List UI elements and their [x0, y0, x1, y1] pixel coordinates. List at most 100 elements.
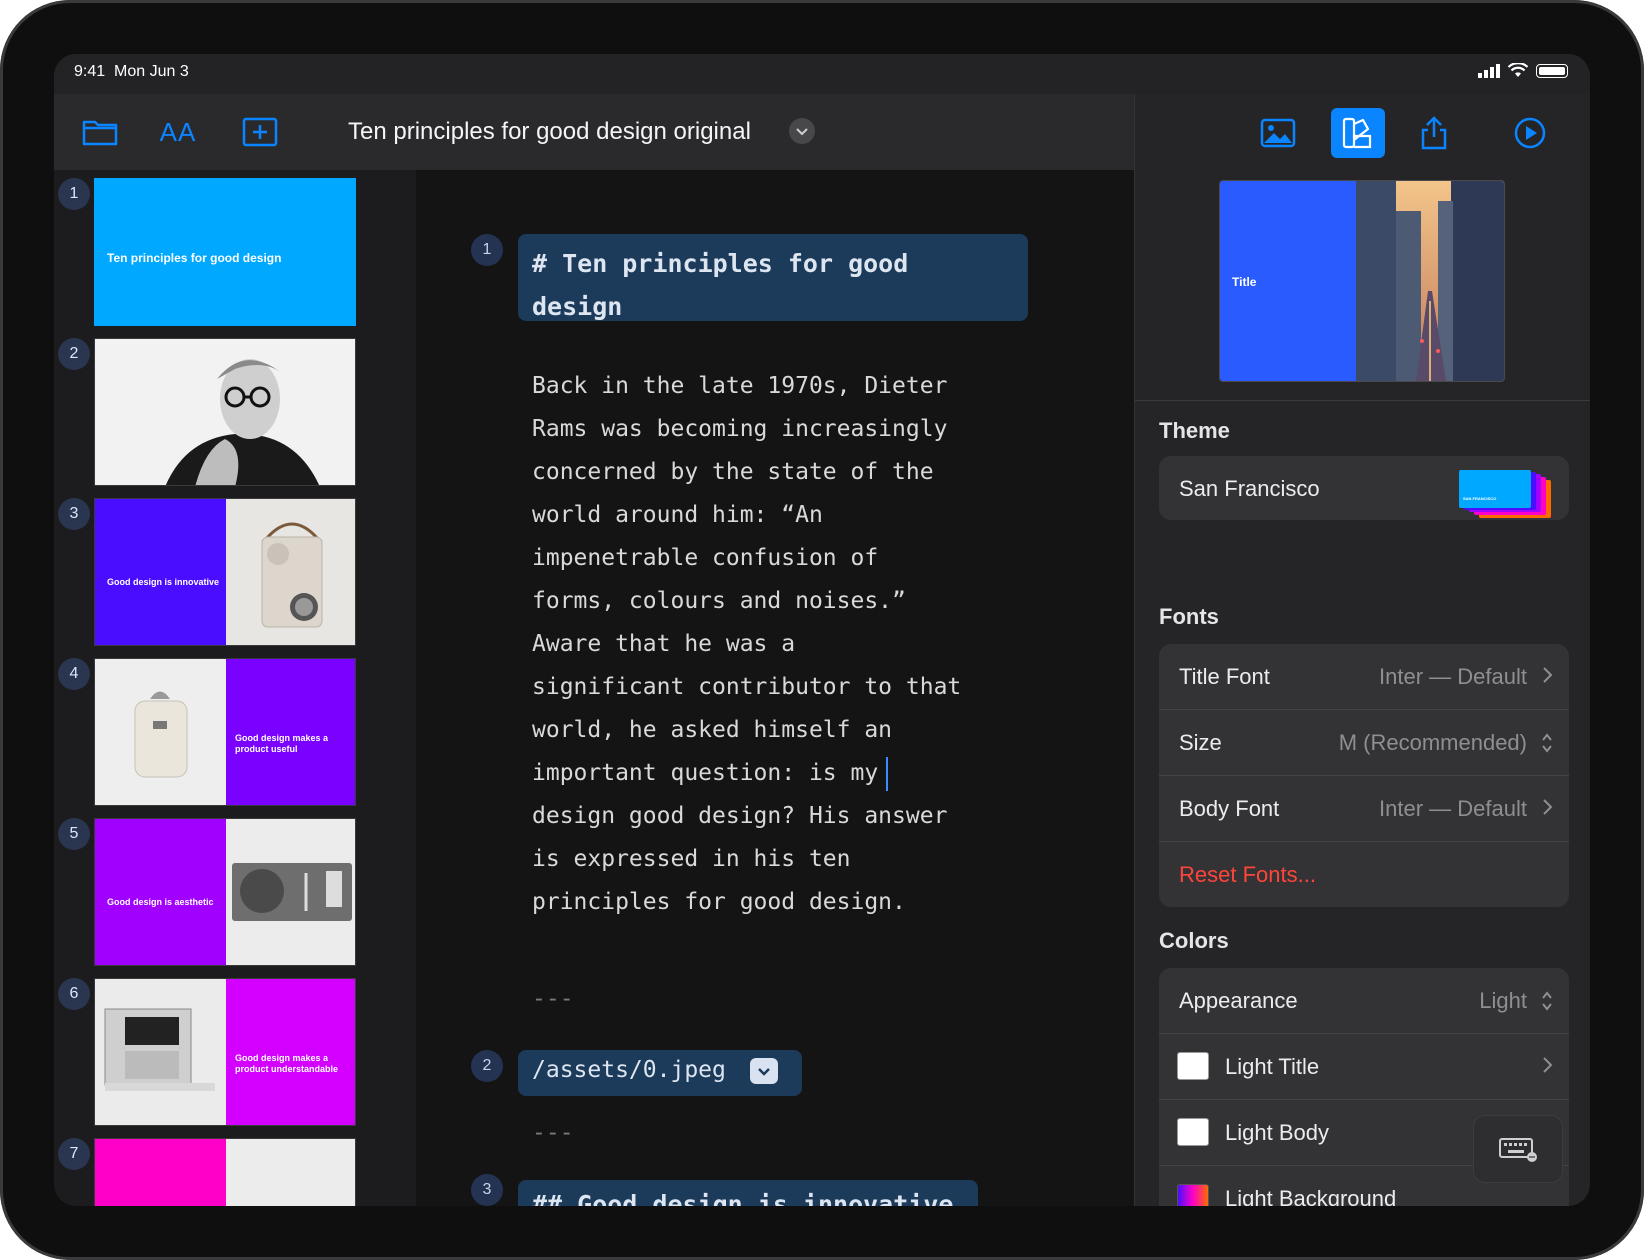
- theme-name: San Francisco: [1179, 476, 1320, 501]
- row-value: Inter — Default: [1379, 664, 1527, 689]
- body-paragraph[interactable]: Back in the late 1970s, Dieter Rams was …: [532, 365, 1062, 924]
- title-font-row[interactable]: Title Font Inter — Default: [1159, 644, 1569, 710]
- font-size-icon[interactable]: AA: [156, 112, 200, 152]
- row-label: Size: [1179, 730, 1222, 755]
- status-bar: 9:41 Mon Jun 3: [54, 54, 1590, 94]
- wifi-icon: [1508, 63, 1528, 77]
- slide-item-6[interactable]: 6 Good design makes a product understand…: [54, 978, 416, 1138]
- city-street-photo: [1356, 181, 1504, 381]
- fonts-card: Title Font Inter — Default Size M (Recom…: [1159, 644, 1569, 907]
- slide-item-2[interactable]: 2: [54, 338, 416, 498]
- slide-number: 3: [58, 498, 90, 530]
- slide-preview[interactable]: Title: [1219, 180, 1505, 382]
- inspector-panel: Title Theme San Francisco SAN FRANCISCO …: [1134, 94, 1590, 1206]
- slide-thumbnail: Good design makes a product understandab…: [94, 978, 356, 1126]
- slide-thumbnail: Good design makes a product useful: [94, 658, 356, 806]
- chevron-right-icon: [1543, 799, 1553, 815]
- play-icon[interactable]: [1503, 108, 1557, 158]
- slide-color-panel: [95, 499, 226, 645]
- heading-block[interactable]: # Ten principles for good design: [518, 234, 1028, 321]
- font-size-label: AA: [159, 116, 197, 147]
- reset-fonts-label: Reset Fonts...: [1179, 862, 1316, 887]
- slide-title-text: Good design is innovative: [107, 577, 220, 587]
- slide-thumbnail: Good design is innovative: [94, 498, 356, 646]
- add-slide-icon[interactable]: [238, 112, 282, 152]
- asset-menu-chevron-icon[interactable]: [750, 1058, 778, 1084]
- slide-sidebar: 1 Ten principles for good design 2 3 Goo…: [54, 170, 416, 1206]
- block-number: 3: [471, 1174, 503, 1206]
- appearance-row[interactable]: Appearance Light: [1159, 968, 1569, 1034]
- juicer-product-image: [95, 659, 226, 805]
- battery-icon: [1536, 63, 1568, 78]
- colors-section-title: Colors: [1159, 928, 1229, 953]
- ipad-frame: 9:41 Mon Jun 3 AA Ten principles for goo…: [0, 0, 1644, 1260]
- theme-swatch-front: SAN FRANCISCO: [1459, 470, 1531, 508]
- image-icon[interactable]: [1251, 108, 1305, 158]
- keyboard-icon[interactable]: [1473, 1115, 1563, 1183]
- slide-item-3[interactable]: 3 Good design is innovative: [54, 498, 416, 658]
- chevron-up-down-icon: [1542, 991, 1552, 1011]
- slide-item-1[interactable]: 1 Ten principles for good design: [54, 178, 416, 338]
- slide-thumbnail: [94, 1138, 356, 1206]
- slide-number: 6: [58, 978, 90, 1010]
- date-text: Mon Jun 3: [114, 63, 189, 80]
- status-icons: [1478, 63, 1568, 78]
- slide-item-4[interactable]: 4 Good design makes a product useful: [54, 658, 416, 818]
- chevron-right-icon: [1543, 1057, 1553, 1073]
- title-menu-chevron-icon[interactable]: [789, 118, 815, 144]
- screen: 9:41 Mon Jun 3 AA Ten principles for goo…: [54, 54, 1590, 1206]
- slide-item-7[interactable]: 7: [54, 1138, 416, 1206]
- share-icon[interactable]: [1407, 108, 1461, 158]
- time-text: 9:41: [74, 63, 106, 80]
- inspector-toolbar: [1135, 94, 1590, 170]
- row-label: Light Body: [1225, 1120, 1329, 1145]
- reset-fonts-button[interactable]: Reset Fonts...: [1159, 842, 1569, 907]
- slide-title-text: Good design makes a product understandab…: [235, 1053, 339, 1074]
- document-title[interactable]: Ten principles for good design original: [348, 118, 751, 146]
- asset-path: /assets/0.jpeg: [532, 1057, 726, 1083]
- block-number: 2: [471, 1050, 503, 1082]
- chevron-up-down-icon: [1542, 733, 1552, 753]
- slide-number: 2: [58, 338, 90, 370]
- slide-separator: ---: [532, 986, 574, 1012]
- row-value: M (Recommended): [1338, 730, 1527, 755]
- color-swatch: [1177, 1052, 1209, 1080]
- block-number: 1: [471, 234, 503, 266]
- slide-thumbnail: Ten principles for good design: [94, 178, 356, 326]
- slide-item-5[interactable]: 5 Good design is aesthetic: [54, 818, 416, 978]
- editor-toolbar: AA Ten principles for good design origin…: [54, 94, 1134, 170]
- light-title-row[interactable]: Light Title: [1159, 1034, 1569, 1100]
- asset-block[interactable]: /assets/0.jpeg: [518, 1050, 802, 1096]
- body-font-row[interactable]: Body Font Inter — Default: [1159, 776, 1569, 842]
- row-label: Title Font: [1179, 664, 1270, 689]
- size-row[interactable]: Size M (Recommended): [1159, 710, 1569, 776]
- slide-number: 5: [58, 818, 90, 850]
- speaker-product-image: [226, 819, 355, 965]
- slide-color-panel: [95, 819, 226, 965]
- slide-thumbnail: [94, 338, 356, 486]
- slide-title-text: Good design is aesthetic: [107, 897, 214, 907]
- slide-title-text: Good design makes a product useful: [235, 733, 329, 754]
- heading-block[interactable]: ## Good design is innovative: [518, 1180, 978, 1206]
- markdown-editor[interactable]: 1 # Ten principles for good design Back …: [416, 170, 1134, 1206]
- text-cursor: [886, 756, 889, 791]
- slide-color-panel: [95, 1139, 226, 1206]
- theme-swatch-stack: SAN FRANCISCO: [1459, 470, 1555, 518]
- color-swatch: [1177, 1118, 1209, 1146]
- theme-format-icon[interactable]: [1331, 108, 1385, 158]
- radio-product-image: [226, 499, 355, 645]
- fonts-section-title: Fonts: [1159, 604, 1219, 629]
- paragraph-text-continued: design good design? His answer is expres…: [532, 803, 948, 915]
- slide-number: 7: [58, 1138, 90, 1170]
- row-value: Inter — Default: [1379, 796, 1527, 821]
- chevron-right-icon: [1543, 667, 1553, 683]
- row-label: Body Font: [1179, 796, 1280, 821]
- cellular-signal-icon: [1478, 63, 1500, 78]
- row-label: Light Title: [1225, 1054, 1320, 1079]
- folder-icon[interactable]: [78, 112, 122, 152]
- preview-title: Title: [1232, 275, 1257, 289]
- theme-picker[interactable]: San Francisco SAN FRANCISCO: [1159, 456, 1569, 520]
- hifi-product-image: [95, 979, 226, 1125]
- status-time: 9:41 Mon Jun 3: [74, 63, 189, 81]
- slide-thumbnail: Good design is aesthetic: [94, 818, 356, 966]
